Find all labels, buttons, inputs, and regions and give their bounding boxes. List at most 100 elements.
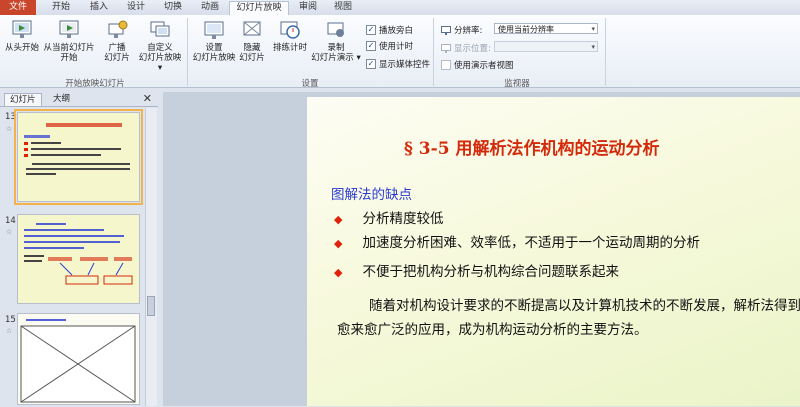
bullet-text: 不便于把机构分析与机构综合问题联系起来 xyxy=(362,264,619,280)
play-narration-checkbox[interactable]: ✓ 播放旁白 xyxy=(366,24,413,36)
bullet-text: 加速度分析困难、效率低，不适用于一个运动周期的分析 xyxy=(362,235,700,251)
bullet-item: ◆ 分析精度较低 xyxy=(334,207,443,227)
chevron-down-icon: ▾ xyxy=(591,43,595,51)
slide-number: 13 xyxy=(5,112,16,122)
slide-thumbnail-15[interactable] xyxy=(17,313,140,405)
slide-paragraph: 随着对机构设计要求的不断提高以及计算机技术的不断发展，解析法得到愈来愈广泛的应用… xyxy=(337,298,800,338)
hide-slide-button[interactable]: 隐藏 幻灯片 xyxy=(236,19,268,63)
chevron-down-icon: ▾ xyxy=(591,25,595,33)
from-current-button[interactable]: 从当前幻灯片 开始 xyxy=(40,19,98,63)
setup-label: 设置 xyxy=(205,43,223,53)
from-current-label-2: 开始 xyxy=(60,53,78,63)
broadcast-button[interactable]: 广播 幻灯片 xyxy=(100,19,134,63)
setup-label-2: 幻灯片放映 xyxy=(192,53,236,63)
hide-slide-label: 隐藏 xyxy=(243,43,261,53)
resolution-value: 使用当前分辨率 xyxy=(498,25,554,34)
group-label-monitor: 监视器 xyxy=(504,79,530,89)
rehearse-label: 排练计时 xyxy=(272,43,307,53)
tab-file[interactable]: 文件 xyxy=(0,0,36,15)
custom-show-button[interactable]: 自定义 幻灯片放映 ▾ xyxy=(136,19,184,73)
record-slideshow-button[interactable]: 录制 幻灯片演示 ▾ xyxy=(309,19,363,63)
show-on-dropdown[interactable]: ▾ xyxy=(494,41,598,52)
show-on-label-text: 显示位置: xyxy=(454,44,491,54)
use-timings-checkbox[interactable]: ✓ 使用计时 xyxy=(366,40,413,52)
from-beginning-button[interactable]: 从头开始 xyxy=(2,19,42,53)
scrollbar-thumb[interactable] xyxy=(147,296,155,316)
checkbox-checked-icon: ✓ xyxy=(366,25,376,35)
pane-tabs: 幻灯片 大纲 ✕ xyxy=(0,92,158,107)
hide-slide-icon xyxy=(243,21,261,36)
stopwatch-icon xyxy=(280,21,300,39)
broadcast-icon xyxy=(108,20,128,38)
ribbon: 从头开始 从当前幻灯片 开始 广播 幻灯片 自定义 幻灯片放映 ▾ 开始放映幻灯… xyxy=(0,15,800,89)
slide-thumbnail-13[interactable] xyxy=(14,109,143,205)
slide-14-preview xyxy=(24,223,133,285)
pane-scrollbar[interactable] xyxy=(145,108,157,406)
broadcast-label: 广播 xyxy=(108,43,126,53)
tab-slides[interactable]: 幻灯片 xyxy=(4,93,42,106)
tab-insert[interactable]: 插入 xyxy=(82,1,116,14)
bullet-item: ◆ 加速度分析困难、效率低，不适用于一个运动周期的分析 xyxy=(334,231,700,251)
resolution-label: 分辨率: xyxy=(441,24,482,36)
slide-subtitle: 图解法的缺点 xyxy=(331,187,412,203)
tab-animations[interactable]: 动画 xyxy=(193,1,227,14)
diamond-bullet-icon: ◆ xyxy=(334,266,343,279)
custom-show-icon xyxy=(150,21,170,37)
slide-13-preview xyxy=(24,123,130,175)
setup-slideshow-button[interactable]: 设置 幻灯片放映 xyxy=(189,19,239,63)
slideshow-current-icon xyxy=(59,20,79,38)
from-current-label: 从当前幻灯片 xyxy=(43,43,95,53)
transition-star-icon: ☆ xyxy=(6,228,13,236)
diamond-bullet-icon: ◆ xyxy=(334,213,343,226)
transition-star-icon: ☆ xyxy=(6,327,13,335)
close-icon[interactable]: ✕ xyxy=(143,92,152,105)
show-media-controls-checkbox[interactable]: ✓ 显示媒体控件 xyxy=(366,58,430,70)
presenter-view-checkbox[interactable]: 使用演示者视图 xyxy=(441,59,514,71)
tab-outline[interactable]: 大纲 xyxy=(48,93,75,105)
tab-slideshow[interactable]: 幻灯片放映 xyxy=(229,1,289,16)
record-icon xyxy=(327,22,344,37)
checkbox-unchecked-icon xyxy=(441,60,451,70)
show-media-controls-label: 显示媒体控件 xyxy=(379,60,431,70)
from-beginning-label: 从头开始 xyxy=(4,43,39,53)
show-on-label: 显示位置: xyxy=(441,42,491,54)
monitor-icon xyxy=(441,25,451,35)
slide-thumbnail-14[interactable] xyxy=(17,214,140,304)
hide-slide-label-2: 幻灯片 xyxy=(239,53,265,63)
presenter-view-label: 使用演示者视图 xyxy=(454,61,514,71)
setup-icon xyxy=(204,21,224,39)
slide-number: 14 xyxy=(5,216,16,226)
tab-home[interactable]: 开始 xyxy=(44,1,78,14)
checkbox-checked-icon: ✓ xyxy=(366,41,376,51)
current-slide[interactable]: § 3-5 用解析法作机构的运动分析 图解法的缺点 ◆ 分析精度较低 ◆ 加速度分析… xyxy=(307,97,800,406)
record-label-2: 幻灯片演示 ▾ xyxy=(311,53,361,63)
group-label-setup: 设置 xyxy=(301,79,319,89)
group-separator xyxy=(187,18,188,86)
checkbox-checked-icon: ✓ xyxy=(366,59,376,69)
custom-show-label-2: 幻灯片放映 ▾ xyxy=(138,53,182,73)
slide-title: § 3-5 用解析法作机构的运动分析 xyxy=(404,139,660,159)
play-narration-label: 播放旁白 xyxy=(379,26,414,36)
slide-thumbnail-pane: 幻灯片 大纲 ✕ 13 ☆ 14 ☆ 15 ☆ xyxy=(0,92,158,406)
tab-review[interactable]: 审阅 xyxy=(292,1,324,14)
diamond-bullet-icon: ◆ xyxy=(334,237,343,250)
broadcast-label-2: 幻灯片 xyxy=(104,53,130,63)
transition-star-icon: ☆ xyxy=(6,125,13,133)
tab-view[interactable]: 视图 xyxy=(327,1,359,14)
record-label: 录制 xyxy=(327,43,345,53)
rehearse-timings-button[interactable]: 排练计时 xyxy=(270,19,310,53)
tab-transitions[interactable]: 切换 xyxy=(156,1,190,14)
custom-show-label: 自定义 xyxy=(147,43,173,53)
tab-design[interactable]: 设计 xyxy=(119,1,153,14)
ribbon-tab-strip: 文件 开始 插入 设计 切换 动画 幻灯片放映 审阅 视图 xyxy=(0,0,800,16)
bullet-item: ◆ 不便于把机构分析与机构综合问题联系起来 xyxy=(334,260,619,280)
group-separator xyxy=(605,18,606,86)
slide-number: 15 xyxy=(5,315,16,325)
use-timings-label: 使用计时 xyxy=(379,42,414,52)
resolution-label-text: 分辨率: xyxy=(454,26,483,36)
monitor-disabled-icon xyxy=(441,43,451,53)
slide-15-preview xyxy=(20,319,136,403)
group-separator xyxy=(433,18,434,86)
slideshow-start-icon xyxy=(12,20,32,38)
resolution-dropdown[interactable]: 使用当前分辨率 ▾ xyxy=(494,23,598,34)
